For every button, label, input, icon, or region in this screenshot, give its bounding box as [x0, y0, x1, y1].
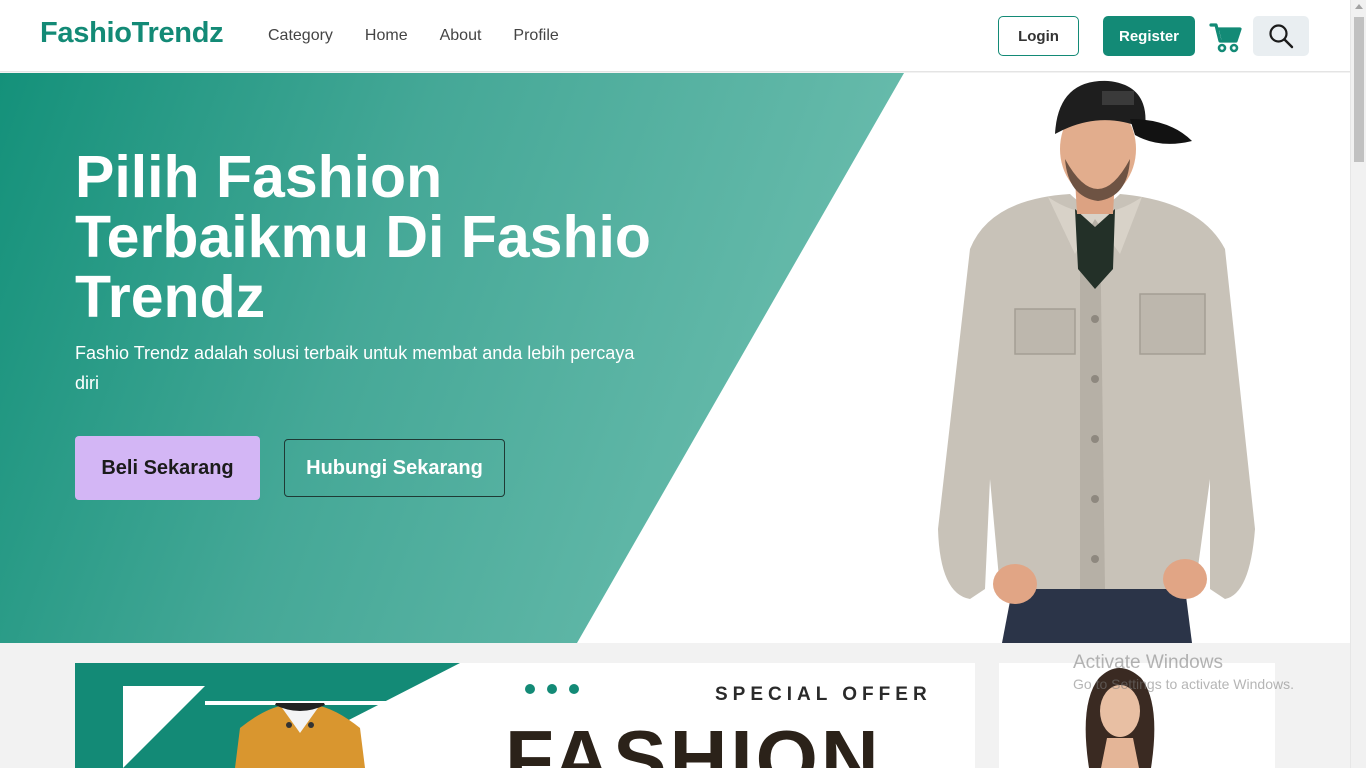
watermark-subtitle: Go to Settings to activate Windows. — [1073, 676, 1294, 692]
page: FashioTrendz Category Home About Profile… — [0, 0, 1366, 768]
nav-link-profile[interactable]: Profile — [513, 27, 558, 45]
promo-banner-fashion[interactable]: SPECIAL OFFER FASHION — [75, 663, 975, 768]
vertical-scrollbar[interactable] — [1350, 0, 1366, 768]
cart-icon[interactable] — [1209, 20, 1243, 54]
scroll-up-arrow-icon[interactable] — [1355, 4, 1363, 9]
hero-section: Pilih Fashion Terbaikmu Di Fashio Trendz… — [0, 73, 1350, 643]
hero-subtitle: Fashio Trendz adalah solusi terbaik untu… — [75, 343, 635, 393]
brand-logo[interactable]: FashioTrendz — [40, 17, 224, 50]
special-offer-label: SPECIAL OFFER — [715, 684, 932, 705]
dot — [547, 684, 557, 694]
fashion-big-label: FASHION — [505, 714, 882, 768]
jacket-thumbnail — [235, 703, 365, 768]
dot — [569, 684, 579, 694]
activate-windows-watermark: Activate Windows Go to Settings to activ… — [1073, 652, 1294, 692]
buy-now-button[interactable]: Beli Sekarang — [75, 436, 260, 500]
contact-now-button[interactable]: Hubungi Sekarang — [284, 439, 505, 497]
login-button[interactable]: Login — [998, 16, 1079, 56]
model-image — [938, 80, 1255, 643]
nav-links: Category Home About Profile — [268, 27, 559, 45]
nav-link-home[interactable]: Home — [365, 27, 408, 45]
nav-link-about[interactable]: About — [440, 27, 482, 45]
register-button[interactable]: Register — [1103, 16, 1195, 56]
dot — [525, 684, 535, 694]
decorative-dots — [525, 684, 579, 694]
hero-title: Pilih Fashion Terbaikmu Di Fashio Trendz — [75, 144, 651, 330]
watermark-title: Activate Windows — [1073, 652, 1223, 673]
search-button[interactable] — [1253, 16, 1309, 56]
scrollbar-thumb[interactable] — [1354, 17, 1364, 162]
search-icon — [1269, 24, 1294, 49]
navbar: FashioTrendz Category Home About Profile… — [0, 0, 1350, 72]
nav-link-category[interactable]: Category — [268, 27, 333, 45]
